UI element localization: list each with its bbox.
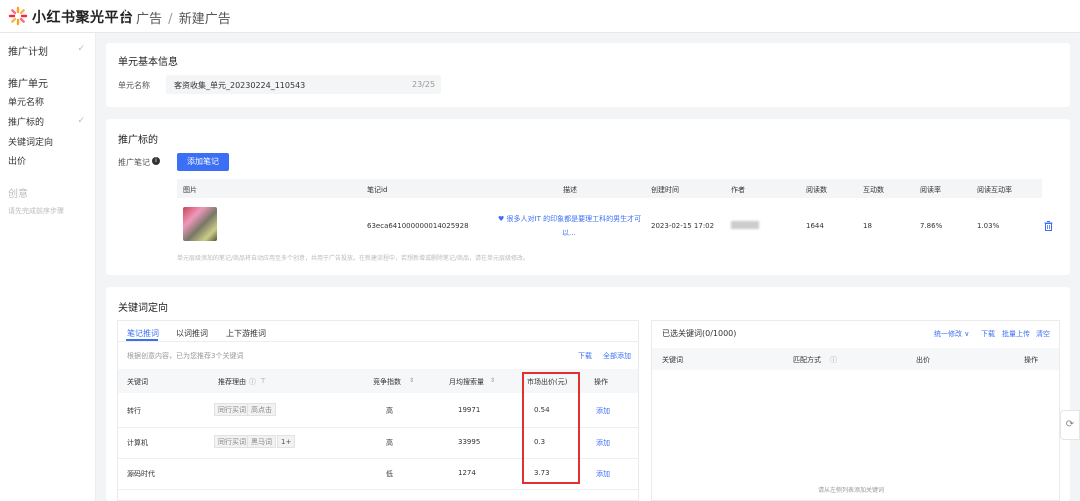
add-note-button[interactable]: 添加笔记 <box>177 153 229 171</box>
add-keyword-button[interactable]: 添加 <box>596 406 610 416</box>
sort-icon[interactable]: ⇕ <box>409 377 414 384</box>
note-interact-rate: 1.03% <box>977 222 1000 230</box>
more-tags-badge[interactable]: 1+ <box>277 435 296 448</box>
col-selected-action: 操作 <box>1024 356 1038 364</box>
note-read-rate: 7.86% <box>920 222 943 230</box>
unit-name-counter: 23/25 <box>412 80 436 89</box>
note-created: 2023-02-15 17:02 <box>651 222 715 230</box>
col-search-volume: 月均搜索量 <box>449 378 484 386</box>
competition-cell: 高 <box>386 439 393 447</box>
col-selected-keyword: 关键词 <box>662 356 683 364</box>
note-label: 推广笔记 <box>118 158 150 167</box>
note-thumbnail <box>183 207 217 241</box>
note-table-header <box>177 179 1042 198</box>
clear-link[interactable]: 清空 <box>1036 329 1050 339</box>
sidebar-creative-hint: 请先完成前序步骤 <box>8 207 64 215</box>
reason-tag: 高点击 <box>247 403 276 416</box>
reason-tag: 黑马词 <box>247 435 276 448</box>
competition-cell: 低 <box>386 470 393 478</box>
col-action: 操作 <box>594 378 608 386</box>
search-volume-cell: 33995 <box>458 438 481 446</box>
col-competition: 竞争指数 <box>373 378 401 386</box>
logo-icon <box>8 6 28 26</box>
check-icon: ✓ <box>77 44 85 54</box>
recommend-hint: 根据创意内容，已为您推荐3个关键词 <box>127 352 244 360</box>
sidebar-item-creative: 创意 <box>8 189 28 200</box>
add-keyword-button[interactable]: 添加 <box>596 438 610 448</box>
author-avatar-blurred <box>731 221 759 229</box>
search-volume-cell: 19971 <box>458 406 481 414</box>
note-interactions: 18 <box>863 222 872 230</box>
empty-hint: 请从左侧列表添加关键词 <box>818 487 885 494</box>
sidebar-item-keywords[interactable]: 关键词定向 <box>8 135 53 148</box>
col-keyword: 关键词 <box>127 378 148 386</box>
brand-name: 小红书聚光平台 <box>32 10 134 26</box>
breadcrumb-current: 新建广告 <box>178 12 231 27</box>
info-icon: ⓘ <box>249 378 256 386</box>
refresh-icon[interactable]: ⟳ <box>1060 410 1080 440</box>
unit-info-title: 单元基本信息 <box>118 57 178 68</box>
col-reads: 阅读数 <box>806 186 827 194</box>
tab-active-indicator <box>126 339 158 341</box>
col-image: 图片 <box>183 186 197 194</box>
trash-icon[interactable] <box>1044 221 1053 231</box>
note-desc-line2[interactable]: 以... <box>562 228 576 238</box>
search-volume-cell: 1274 <box>458 469 476 477</box>
bulk-edit-dropdown[interactable]: 统一修改 ∨ <box>934 329 969 339</box>
unit-name-label: 单元名称 <box>118 81 150 90</box>
reason-tag: 同行买词 <box>214 435 250 448</box>
tab-note-recommend[interactable]: 笔记推词 <box>127 328 159 339</box>
info-icon: i <box>152 157 160 165</box>
keyword-title: 关键词定向 <box>118 303 168 314</box>
row-divider <box>118 489 638 490</box>
sidebar: 推广计划 ✓ 推广单元 单元名称 推广标的 ✓ 关键词定向 出价 创意 请先完成… <box>0 33 96 501</box>
col-author: 作者 <box>731 186 745 194</box>
col-reason: 推荐理由 <box>218 378 246 386</box>
selected-download-link[interactable]: 下载 <box>981 329 995 339</box>
keyword-cell: 转行 <box>127 407 141 415</box>
sidebar-item-unit-name[interactable]: 单元名称 <box>8 95 44 108</box>
keyword-cell: 计算机 <box>127 439 148 447</box>
info-icon: ⓘ <box>830 356 837 364</box>
sidebar-item-bid[interactable]: 出价 <box>8 154 26 167</box>
note-reads: 1644 <box>806 222 824 230</box>
add-all-link[interactable]: 全部添加 <box>603 351 631 361</box>
target-title: 推广标的 <box>118 135 158 146</box>
bulk-upload-link[interactable]: 批量上传 <box>1002 329 1030 339</box>
reason-tag: 同行买词 <box>214 403 250 416</box>
download-link[interactable]: 下载 <box>578 351 592 361</box>
unit-name-value: 客资收集_单元_20230224_110543 <box>174 81 306 90</box>
market-price-highlight <box>522 372 580 484</box>
col-read-rate: 阅读率 <box>920 186 941 194</box>
col-interact-rate: 阅读互动率 <box>977 186 1012 194</box>
col-interactions: 互动数 <box>863 186 884 194</box>
col-created: 创建时间 <box>651 186 679 194</box>
tab-chain-recommend[interactable]: 上下游推词 <box>226 328 266 339</box>
note-id: 63eca641000000014025928 <box>367 222 469 230</box>
col-match-type: 匹配方式 <box>793 356 821 364</box>
competition-cell: 高 <box>386 407 393 415</box>
selected-table-header <box>652 348 1059 370</box>
col-note-id: 笔记id <box>367 186 388 194</box>
breadcrumb-ad[interactable]: 广告 <box>136 12 162 27</box>
target-footnote: 单元层级添加的笔记/商品将自动应用至多个创意，共用于广告投放。在新建流程中，若想… <box>177 255 530 262</box>
breadcrumb: 广告 / 新建广告 <box>136 8 231 27</box>
check-icon: ✓ <box>77 116 85 126</box>
keyword-cell: 源码时代 <box>127 470 155 478</box>
col-selected-bid: 出价 <box>916 356 930 364</box>
top-bar: 小红书聚光平台 广告 / 新建广告 <box>0 0 1080 33</box>
sidebar-item-target[interactable]: 推广标的 <box>8 115 44 128</box>
add-keyword-button[interactable]: 添加 <box>596 469 610 479</box>
header-divider <box>124 9 125 23</box>
filter-icon[interactable]: ⊤ <box>260 377 266 385</box>
col-desc: 描述 <box>563 186 577 194</box>
sidebar-item-unit[interactable]: 推广单元 <box>8 75 48 90</box>
sort-icon[interactable]: ⇕ <box>490 377 495 384</box>
sidebar-item-plan[interactable]: 推广计划 <box>8 43 48 58</box>
note-desc-line1[interactable]: ♥ 很多人对IT 的印象都是要理工科的男生才可 <box>498 214 641 224</box>
tab-divider <box>118 341 638 342</box>
tab-word-recommend[interactable]: 以词推词 <box>176 328 208 339</box>
breadcrumb-separator: / <box>168 12 173 27</box>
selected-title: 已选关键词(0/1000) <box>662 329 737 338</box>
